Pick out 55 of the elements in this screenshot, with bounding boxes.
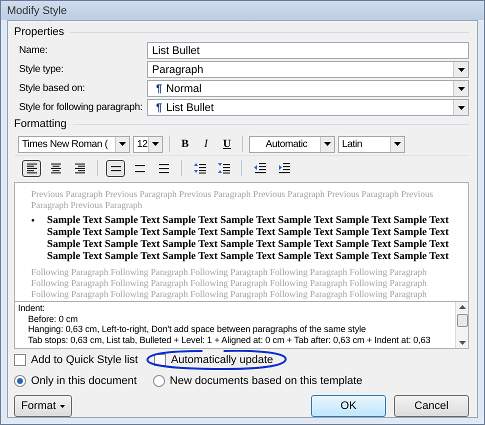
ok-button[interactable]: OK [311,395,386,417]
description-text: Before: 0 cm [27,314,79,324]
underline-button[interactable]: U [218,136,236,152]
cancel-button[interactable]: Cancel [394,395,469,417]
line-spacing-icon [158,162,170,174]
scroll-up-icon[interactable] [458,305,466,309]
section-heading: Properties [14,26,64,38]
italic-button[interactable]: I [197,136,215,152]
description-text: Hanging: 0,63 cm, Left-to-right, Don't add space between paragraphs of the same style [27,324,367,335]
dropdown-arrow-icon [119,142,126,146]
bullet: • [31,215,36,229]
line-spacing-button[interactable] [106,160,125,176]
format-button[interactable]: Format [14,395,72,417]
size-dropdown[interactable]: 12 [133,136,163,152]
indent-icon [278,162,290,174]
bold-button[interactable]: B [176,136,194,152]
dropdown-arrow-icon [394,142,401,146]
line-spacing-icon [134,162,146,174]
caret-icon [60,404,65,408]
dropdown[interactable]: ¶ List Bullet [147,99,469,116]
font-dropdown[interactable]: Times New Roman ( [18,136,130,152]
script-dropdown[interactable]: Latin [338,136,405,152]
scrollbar[interactable] [455,302,468,348]
preview-text: Following Paragraph Following Paragraph Following Paragraph Following Paragraph Following Paragraph Following Paragraph Following Paragraph Following Paragraph Following Paragraph Following Paragraph Following Paragraph Following Paragraph Following Paragraph Following Paragraph Following Paragraph [31,267,428,300]
dropdown[interactable]: Paragraph [147,61,469,78]
field-label: Style for following paragraph: [19,102,144,113]
align-center-icon [50,162,62,174]
dropdown-arrow-icon [458,86,464,90]
dropdown-arrow-icon [458,68,464,72]
paragraph-spacing-icon [194,162,206,174]
sample-text: Sample Text Sample Text Sample Text Sample Text Sample Text Sample Text Sample Text Sample Text Sample Text Sample Text Sample Text Sample Text Sample Text Sample Text Sample Text Sample Text Sample Text Sample Text Sample Text Sample Text Sample Text Sample Text Sample Text Sample Text Sample Text Sample Text Sample Text Sample Text [47,215,450,263]
align-left-icon [26,162,38,174]
dropdown-arrow-icon [324,142,331,146]
field-label: Style type: [19,64,64,75]
dropdown-arrow-icon [458,106,464,110]
radio-button[interactable]: New documents based on this template [152,374,362,386]
preview-text: Previous Paragraph Previous Paragraph Previous Paragraph Previous Paragraph Previous Paragraph Previous Paragraph Previous Paragraph [31,189,434,211]
dropdown-arrow-icon [152,142,159,146]
indent-icon [254,162,266,174]
field-label: Name: [19,45,48,56]
align-left-button[interactable] [22,160,41,176]
field-label: Style based on: [19,83,86,94]
paragraph-spacing-icon [218,162,230,174]
align-right-icon [74,162,86,174]
description-text: Tab stops: 0,63 cm, List tab, Bulleted + Level: 1 + Aligned at: 0 cm + Tab after: 0,63 cm + Indent at: 0,63 [27,334,432,346]
scroll-down-icon[interactable] [458,341,466,345]
color-dropdown[interactable]: Automatic [249,136,335,152]
dropdown[interactable]: ¶ Normal [147,80,469,97]
description-text: Indent: [18,303,46,314]
checkbox[interactable]: Add to Quick Style list [14,354,138,366]
radio-button[interactable]: Only in this document [14,374,137,386]
section-heading: Formatting [14,118,67,130]
input-field[interactable]: List Bullet [147,42,469,59]
window-title: Modify Style [7,4,67,16]
checkbox[interactable]: Automatically update [154,354,274,366]
